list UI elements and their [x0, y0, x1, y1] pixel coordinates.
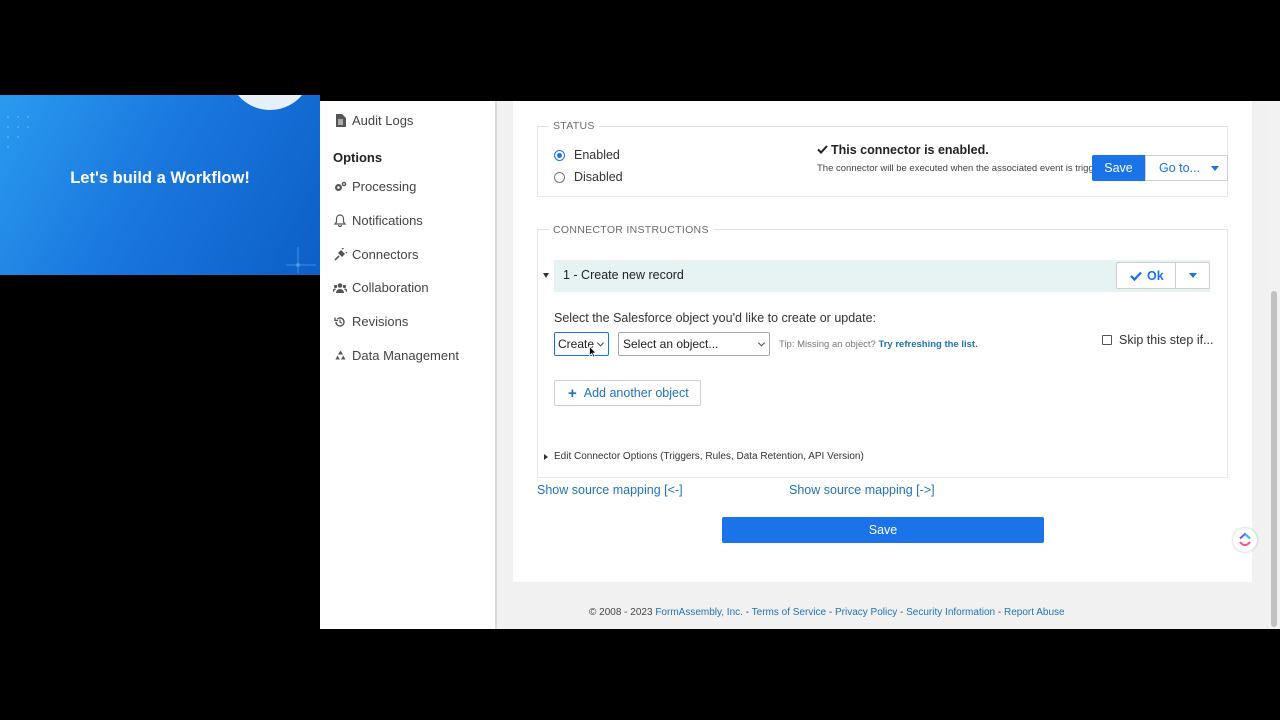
step-title: 1 - Create new record: [563, 268, 684, 282]
save-button[interactable]: Save: [722, 517, 1044, 543]
sidebar-item-label: Collaboration: [352, 280, 429, 295]
enabled-radio[interactable]: [554, 149, 565, 161]
footer-link-security[interactable]: Security Information: [906, 607, 995, 618]
footer-link-formassembly[interactable]: FormAssembly, Inc.: [655, 607, 743, 618]
instructions-legend: CONNECTOR INSTRUCTIONS: [549, 224, 713, 236]
sidebar-item-notifications[interactable]: Notifications: [333, 213, 423, 228]
ok-label: Ok: [1147, 268, 1164, 283]
enabled-status-title: This connector is enabled.: [817, 143, 989, 157]
vertical-scrollbar[interactable]: [1269, 101, 1280, 629]
sidebar-item-label: Processing: [352, 179, 417, 194]
mouse-cursor-icon: [589, 346, 597, 358]
sidebar-item-processing[interactable]: Processing: [333, 179, 416, 194]
skip-step-option[interactable]: Skip this step if...: [1102, 333, 1213, 347]
options-heading: Options: [333, 150, 383, 165]
tip-text: Tip: Missing an object? Try refreshing t…: [779, 339, 978, 350]
floating-app-badge[interactable]: [1233, 528, 1257, 552]
caret-down-icon: [1211, 165, 1219, 171]
refresh-list-link[interactable]: Try refreshing the list.: [878, 339, 977, 350]
sidebar-item-label: Connectors: [352, 247, 419, 262]
disabled-label: Disabled: [574, 170, 623, 184]
add-another-object-button[interactable]: + Add another object: [554, 380, 701, 406]
plug-icon: [333, 248, 347, 262]
footer-link-terms[interactable]: Terms of Service: [752, 607, 826, 618]
scrollbar-thumb[interactable]: [1271, 291, 1277, 627]
goto-label: Go to...: [1159, 161, 1200, 175]
edit-connector-options-toggle[interactable]: Edit Connector Options (Triggers, Rules,…: [554, 451, 864, 462]
connector-panel: STATUS Enabled Disabled This connector i…: [513, 101, 1252, 582]
object-prompt: Select the Salesforce object you'd like …: [554, 311, 877, 325]
chevron-down-icon: [596, 339, 605, 347]
workflow-banner: Let's build a Workflow!: [0, 95, 320, 275]
footer-link-privacy[interactable]: Privacy Policy: [835, 607, 897, 618]
checkmark-icon: [817, 145, 828, 154]
users-icon: [333, 281, 347, 295]
sidebar-item-collaboration[interactable]: Collaboration: [333, 280, 429, 295]
disabled-radio[interactable]: [554, 171, 565, 183]
object-select[interactable]: Select an object...: [618, 332, 770, 356]
banner-title: Let's build a Workflow!: [70, 169, 250, 187]
status-save-button[interactable]: Save: [1092, 155, 1145, 181]
sidebar-item-label: Audit Logs: [352, 113, 414, 128]
show-source-mapping-right-link[interactable]: Show source mapping [->]: [789, 483, 935, 497]
app-logo-icon: [1239, 532, 1251, 547]
enabled-status-description: The connector will be executed when the …: [817, 163, 1093, 174]
enabled-label: Enabled: [574, 148, 620, 162]
history-icon: [333, 315, 347, 329]
object-select-placeholder: Select an object...: [623, 337, 719, 351]
sidebar-item-label: Data Management: [352, 348, 459, 363]
sidebar-item-audit-logs[interactable]: Audit Logs: [333, 113, 413, 128]
decorative-circle: [230, 95, 310, 110]
show-source-mapping-left-link[interactable]: Show source mapping [<-]: [537, 483, 683, 497]
document-icon: [333, 114, 347, 128]
sidebar: Audit Logs Options Processing Notificati…: [320, 101, 497, 629]
app-frame: Audit Logs Options Processing Notificati…: [320, 101, 1280, 629]
action-select[interactable]: Create: [554, 332, 609, 356]
add-object-label: Add another object: [583, 386, 689, 400]
status-disabled-option[interactable]: Disabled: [554, 170, 623, 184]
plus-icon: +: [568, 384, 577, 402]
bell-icon: [333, 214, 347, 228]
skip-step-label: Skip this step if...: [1119, 333, 1214, 347]
decorative-dots-icon: [7, 116, 29, 148]
check-icon: [1130, 271, 1142, 281]
cogs-icon: [333, 180, 347, 194]
ok-button[interactable]: Ok: [1116, 262, 1176, 289]
decorative-grid-icon: [286, 247, 316, 273]
footer-link-report-abuse[interactable]: Report Abuse: [1004, 607, 1065, 618]
status-enabled-option[interactable]: Enabled: [554, 148, 620, 162]
content-area: STATUS Enabled Disabled This connector i…: [497, 101, 1280, 629]
skip-step-checkbox[interactable]: [1102, 335, 1112, 345]
sidebar-item-label: Notifications: [352, 213, 423, 228]
sidebar-item-label: Revisions: [352, 314, 409, 329]
caret-down-icon: [1188, 273, 1197, 278]
status-legend: STATUS: [549, 120, 599, 132]
goto-dropdown-button[interactable]: Go to...: [1145, 155, 1228, 181]
sidebar-item-connectors[interactable]: Connectors: [333, 247, 418, 262]
sidebar-item-revisions[interactable]: Revisions: [333, 314, 408, 329]
expand-triangle-icon[interactable]: [544, 454, 548, 460]
recycle-icon: [333, 349, 347, 363]
step-options-dropdown[interactable]: [1175, 262, 1210, 289]
footer: © 2008 - 2023 FormAssembly, Inc. - Terms…: [589, 607, 1065, 618]
sidebar-item-data-management[interactable]: Data Management: [333, 348, 459, 363]
collapse-triangle-icon[interactable]: [543, 273, 549, 278]
chevron-down-icon: [757, 339, 766, 347]
